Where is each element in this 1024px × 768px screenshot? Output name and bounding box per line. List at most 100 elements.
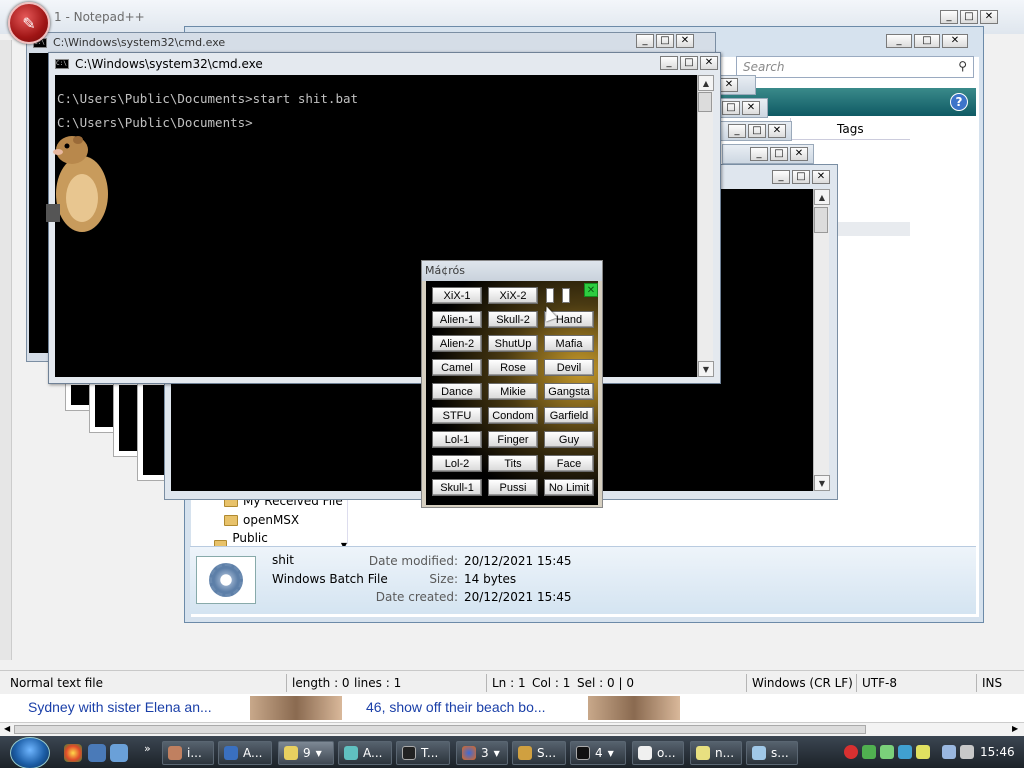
tags-column-header[interactable]: Tags bbox=[790, 118, 910, 140]
close-icon[interactable]: ✕ bbox=[700, 56, 718, 70]
start-button[interactable] bbox=[10, 737, 50, 768]
macro-button-skull-2[interactable]: Skull-2 bbox=[488, 311, 538, 328]
taskbar-item-cmd[interactable]: 4 ▼ bbox=[570, 741, 626, 765]
horizontal-scrollbar[interactable]: ◀ ▶ bbox=[0, 722, 1024, 736]
minimize-icon[interactable]: _ bbox=[636, 34, 654, 48]
close-icon[interactable]: ✕ bbox=[720, 78, 738, 92]
taskbar-item-notepad[interactable]: 9 ▼ bbox=[278, 741, 334, 765]
close-icon[interactable]: ✕ bbox=[980, 10, 998, 24]
scrollbar[interactable]: ▲ ▼ bbox=[697, 75, 714, 377]
article-thumbnail[interactable] bbox=[250, 696, 342, 720]
quicklaunch-more-icon[interactable]: » bbox=[144, 742, 151, 755]
security-icon[interactable] bbox=[862, 745, 876, 759]
status-separator bbox=[746, 674, 747, 692]
minimize-icon[interactable]: _ bbox=[886, 34, 912, 48]
macro-toggle[interactable] bbox=[546, 288, 554, 303]
maximize-icon[interactable]: □ bbox=[722, 101, 740, 115]
close-icon[interactable]: ✕ bbox=[768, 124, 786, 138]
close-icon[interactable]: ✕ bbox=[790, 147, 808, 161]
maximize-icon[interactable]: □ bbox=[792, 170, 810, 184]
macro-button-mikie[interactable]: Mikie bbox=[488, 383, 538, 400]
macro-button-finger[interactable]: Finger bbox=[488, 431, 538, 448]
macro-button-pussi[interactable]: Pussi bbox=[488, 479, 538, 496]
help-icon[interactable]: ? bbox=[950, 93, 968, 111]
minimize-icon[interactable]: _ bbox=[728, 124, 746, 138]
scroll-thumb[interactable] bbox=[814, 207, 828, 233]
minimize-icon[interactable]: _ bbox=[940, 10, 958, 24]
macro-button-face[interactable]: Face bbox=[544, 455, 594, 472]
scroll-left-icon[interactable]: ◀ bbox=[4, 724, 10, 733]
search-icon[interactable]: ⚲ bbox=[958, 59, 967, 73]
taskbar-item[interactable]: T... bbox=[396, 741, 450, 765]
macro-button-alien-1[interactable]: Alien-1 bbox=[432, 311, 482, 328]
hamster-icon[interactable] bbox=[46, 132, 110, 236]
macro-button-lol-1[interactable]: Lol-1 bbox=[432, 431, 482, 448]
maximize-icon[interactable]: □ bbox=[748, 124, 766, 138]
macro-button-shutup[interactable]: ShutUp bbox=[488, 335, 538, 352]
maximize-icon[interactable]: □ bbox=[656, 34, 674, 48]
taskbar-item[interactable]: o... bbox=[632, 741, 684, 765]
macro-button-lol-2[interactable]: Lol-2 bbox=[432, 455, 482, 472]
maximize-icon[interactable]: □ bbox=[914, 34, 940, 48]
macro-button-rose[interactable]: Rose bbox=[488, 359, 538, 376]
maximize-icon[interactable]: □ bbox=[680, 56, 698, 70]
macro-button-alien-2[interactable]: Alien-2 bbox=[432, 335, 482, 352]
volume-icon[interactable] bbox=[960, 745, 974, 759]
scroll-up-icon[interactable]: ▲ bbox=[814, 189, 830, 205]
macro-button-gangsta[interactable]: Gangsta bbox=[544, 383, 594, 400]
taskbar-item[interactable]: i... bbox=[162, 741, 214, 765]
macro-toggle[interactable] bbox=[562, 288, 570, 303]
minimize-icon[interactable]: _ bbox=[772, 170, 790, 184]
minimize-icon[interactable]: _ bbox=[660, 56, 678, 70]
taskbar-item[interactable]: s... bbox=[746, 741, 798, 765]
macro-button-stfu[interactable]: STFU bbox=[432, 407, 482, 424]
tray-app-icon[interactable] bbox=[916, 745, 930, 759]
blocked-icon[interactable] bbox=[844, 745, 858, 759]
article-thumbnail[interactable] bbox=[588, 696, 680, 720]
switch-windows-icon[interactable] bbox=[110, 744, 128, 762]
tray-app-icon[interactable] bbox=[880, 745, 894, 759]
close-icon[interactable]: ✕ bbox=[676, 34, 694, 48]
macro-button-skull-1[interactable]: Skull-1 bbox=[432, 479, 482, 496]
macro-button-condom[interactable]: Condom bbox=[488, 407, 538, 424]
nav-item-openmsx[interactable]: openMSX bbox=[224, 513, 299, 527]
network-icon[interactable] bbox=[942, 745, 956, 759]
scrollbar[interactable]: ▲ ▼ bbox=[813, 189, 830, 491]
tray-app-icon[interactable] bbox=[898, 745, 912, 759]
taskbar-item-firefox[interactable]: 3 ▼ bbox=[456, 741, 508, 765]
show-desktop-icon[interactable] bbox=[88, 744, 106, 762]
macro-button-camel[interactable]: Camel bbox=[432, 359, 482, 376]
scroll-thumb[interactable] bbox=[14, 725, 866, 734]
scroll-down-icon[interactable]: ▼ bbox=[698, 361, 714, 377]
clock[interactable]: 15:46 bbox=[980, 745, 1015, 759]
scroll-right-icon[interactable]: ▶ bbox=[1012, 724, 1018, 733]
macro-button-no-limit[interactable]: No Limit bbox=[544, 479, 594, 496]
taskbar-item[interactable]: n... bbox=[690, 741, 742, 765]
macro-button-guy[interactable]: Guy bbox=[544, 431, 594, 448]
macro-button-garfield[interactable]: Garfield bbox=[544, 407, 594, 424]
minimize-icon[interactable]: _ bbox=[750, 147, 768, 161]
taskbar-item[interactable]: A... bbox=[218, 741, 272, 765]
notepad-app-icon[interactable]: ✎ bbox=[8, 2, 50, 44]
maximize-icon[interactable]: □ bbox=[960, 10, 978, 24]
close-icon[interactable]: ✕ bbox=[584, 283, 598, 297]
search-input[interactable]: Search ⚲ bbox=[736, 56, 974, 78]
macro-button-tits[interactable]: Tits bbox=[488, 455, 538, 472]
close-icon[interactable]: ✕ bbox=[942, 34, 968, 48]
macro-button-xix-1[interactable]: XiX-1 bbox=[432, 287, 482, 304]
macro-button-dance[interactable]: Dance bbox=[432, 383, 482, 400]
scroll-up-icon[interactable]: ▲ bbox=[698, 75, 714, 91]
scroll-down-icon[interactable]: ▼ bbox=[814, 475, 830, 491]
macro-button-devil[interactable]: Devil bbox=[544, 359, 594, 376]
chrome-icon[interactable] bbox=[64, 744, 82, 762]
macro-button-xix-2[interactable]: XiX-2 bbox=[488, 287, 538, 304]
macro-button-mafia[interactable]: Mafia bbox=[544, 335, 594, 352]
taskbar-item[interactable]: S... bbox=[512, 741, 566, 765]
article-link[interactable]: Sydney with sister Elena an... bbox=[28, 699, 212, 715]
scroll-thumb[interactable] bbox=[698, 92, 712, 112]
maximize-icon[interactable]: □ bbox=[770, 147, 788, 161]
close-icon[interactable]: ✕ bbox=[812, 170, 830, 184]
taskbar-item[interactable]: A... bbox=[338, 741, 392, 765]
article-link[interactable]: 46, show off their beach bo... bbox=[366, 699, 546, 715]
close-icon[interactable]: ✕ bbox=[742, 101, 760, 115]
